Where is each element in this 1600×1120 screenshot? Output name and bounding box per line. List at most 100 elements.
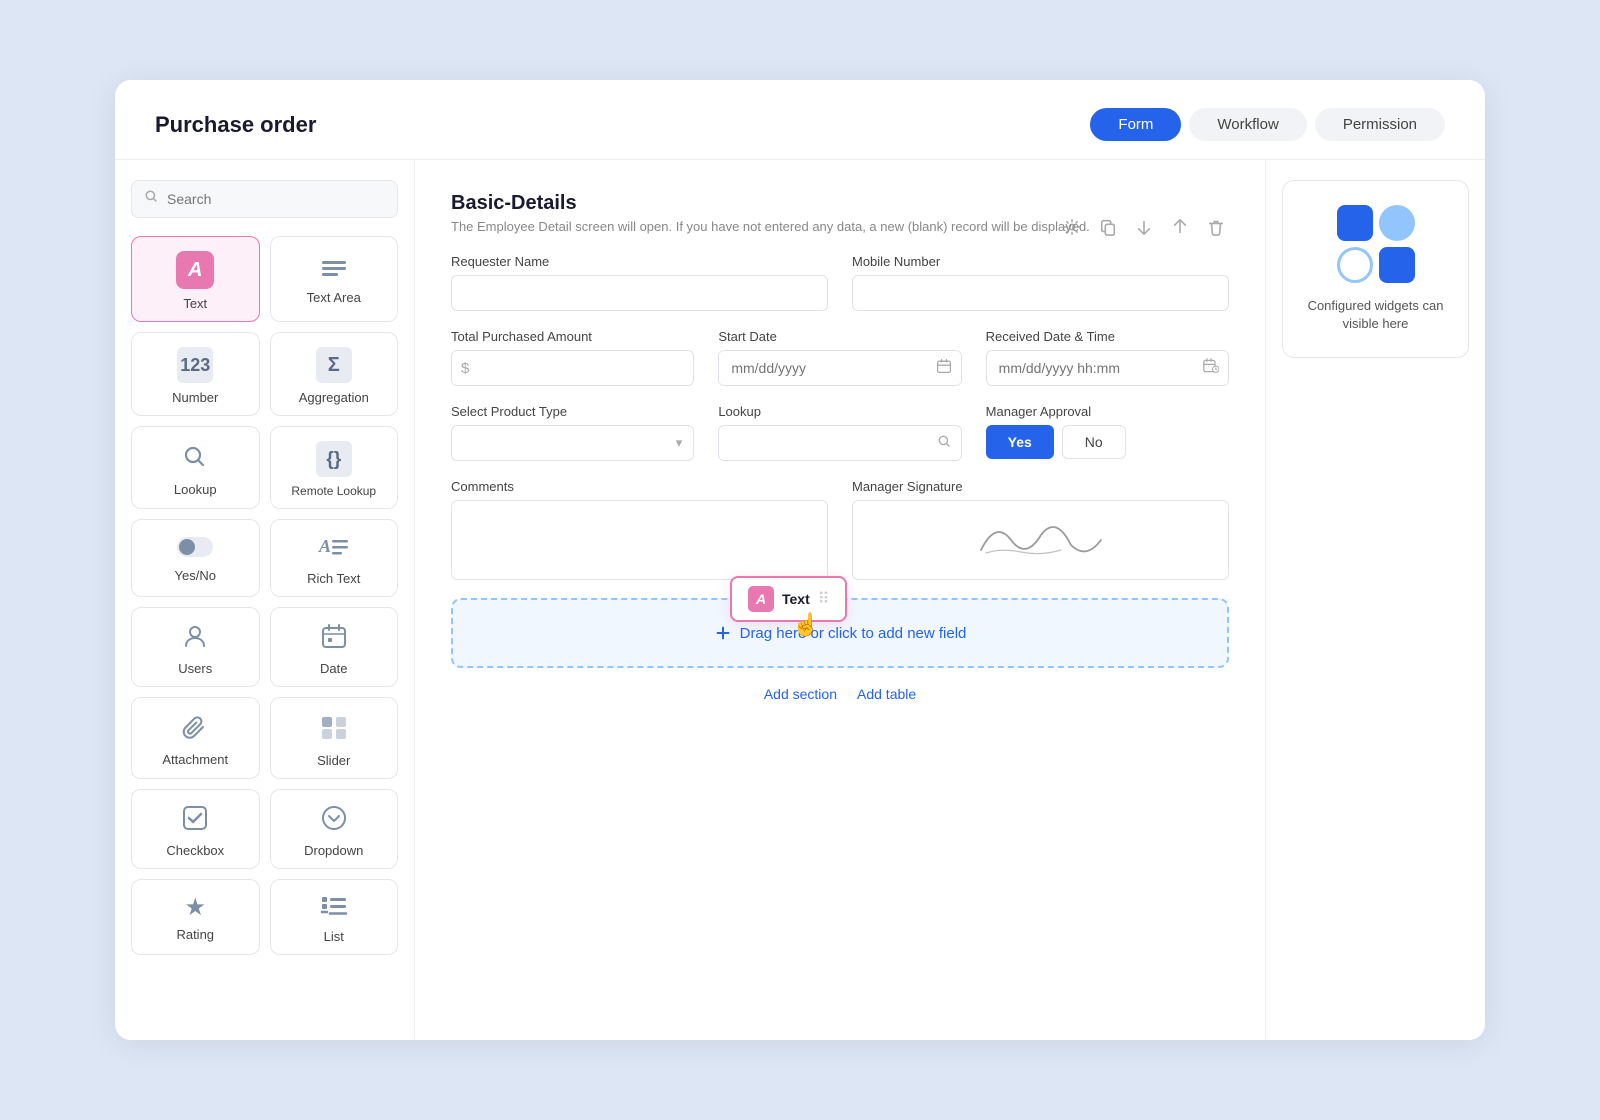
widget-users-label: Users: [178, 661, 212, 676]
canvas-area: Basic-Details The Employee Detail screen…: [415, 160, 1265, 1040]
floating-widget[interactable]: A Text ⠿ ☝: [730, 576, 847, 622]
widget-yes-no-label: Yes/No: [175, 568, 216, 583]
drag-handle-icon: ⠿: [818, 589, 830, 609]
start-date-input[interactable]: [718, 350, 961, 386]
tab-group: Form Workflow Permission: [1090, 108, 1445, 141]
form-row-3: Select Product Type ▾ Lookup: [451, 404, 1229, 461]
rating-icon: ★: [184, 896, 206, 920]
mobile-number-input[interactable]: [852, 275, 1229, 311]
widget-date-label: Date: [320, 661, 347, 676]
preview-icon-blue-ring: [1337, 247, 1373, 283]
lookup-icon: [181, 443, 209, 475]
lookup-search-icon: [937, 434, 952, 453]
dropdown-icon: [320, 804, 348, 836]
add-section-button[interactable]: Add section: [764, 686, 837, 702]
manager-approval-field: Manager Approval Yes No: [986, 404, 1229, 461]
form-row-2: Total Purchased Amount $ Start Date: [451, 329, 1229, 386]
delete-button[interactable]: [1203, 216, 1229, 243]
widget-checkbox[interactable]: Checkbox: [131, 789, 260, 869]
widget-users[interactable]: Users: [131, 607, 260, 687]
widget-textarea-label: Text Area: [307, 290, 361, 305]
lookup-wrap: [718, 425, 961, 461]
widget-lookup-label: Lookup: [174, 482, 217, 497]
product-type-label: Select Product Type: [451, 404, 694, 419]
datetime-icon: [1203, 358, 1219, 378]
number-icon: 123: [177, 347, 213, 383]
widget-textarea[interactable]: Text Area: [270, 236, 399, 322]
search-icon: [144, 189, 159, 209]
calendar-icon: [936, 358, 952, 378]
total-purchased-input[interactable]: [451, 350, 694, 386]
requester-name-field: Requester Name: [451, 254, 828, 311]
comments-input[interactable]: [451, 500, 828, 580]
widget-preview-icons: [1337, 205, 1415, 283]
preview-icon-blue-square: [1337, 205, 1373, 241]
move-down-button[interactable]: [1131, 216, 1157, 243]
move-up-button[interactable]: [1167, 216, 1193, 243]
manager-approval-label: Manager Approval: [986, 404, 1229, 419]
product-type-select[interactable]: [451, 425, 694, 461]
requester-name-input[interactable]: [451, 275, 828, 311]
cursor-icon: ☝: [792, 612, 819, 638]
received-date-wrap: [986, 350, 1229, 386]
section-header: Basic-Details The Employee Detail screen…: [451, 192, 1229, 254]
form-row-1: Requester Name Mobile Number: [451, 254, 1229, 311]
yes-button[interactable]: Yes: [986, 425, 1054, 459]
search-input[interactable]: [167, 191, 385, 207]
search-box[interactable]: [131, 180, 398, 218]
start-date-wrap: [718, 350, 961, 386]
widget-list[interactable]: List: [270, 879, 399, 955]
bottom-actions: Add section Add table: [451, 686, 1229, 702]
widget-attachment[interactable]: Attachment: [131, 697, 260, 779]
manager-signature-label: Manager Signature: [852, 479, 1229, 494]
widget-aggregation[interactable]: Σ Aggregation: [270, 332, 399, 416]
mobile-number-field: Mobile Number: [852, 254, 1229, 311]
widget-lookup[interactable]: Lookup: [131, 426, 260, 509]
widget-remote-lookup[interactable]: {} Remote Lookup: [270, 426, 399, 509]
body-row: A Text Text Area 123: [115, 160, 1485, 1040]
widget-dropdown-label: Dropdown: [304, 843, 363, 858]
widget-rating-label: Rating: [176, 927, 214, 942]
widget-date[interactable]: Date: [270, 607, 399, 687]
signature-svg: [961, 510, 1121, 570]
remote-lookup-icon: {}: [316, 441, 352, 477]
users-icon: [181, 622, 209, 654]
widget-rating[interactable]: ★ Rating: [131, 879, 260, 955]
mobile-number-label: Mobile Number: [852, 254, 1229, 269]
tab-workflow[interactable]: Workflow: [1189, 108, 1306, 141]
app-title: Purchase order: [155, 112, 1090, 138]
product-type-wrap: ▾: [451, 425, 694, 461]
widget-dropdown[interactable]: Dropdown: [270, 789, 399, 869]
signature-box: [852, 500, 1229, 580]
widget-slider[interactable]: Slider: [270, 697, 399, 779]
widget-slider-label: Slider: [317, 753, 350, 768]
tab-permission[interactable]: Permission: [1315, 108, 1445, 141]
floating-widget-icon: A: [748, 586, 774, 612]
widget-number[interactable]: 123 Number: [131, 332, 260, 416]
add-table-button[interactable]: Add table: [857, 686, 916, 702]
received-date-input[interactable]: [986, 350, 1229, 386]
widget-yes-no[interactable]: Yes/No: [131, 519, 260, 597]
tab-form[interactable]: Form: [1090, 108, 1181, 141]
plus-icon: [714, 624, 732, 642]
svg-text:A: A: [318, 536, 331, 556]
floating-widget-label: Text: [782, 591, 810, 607]
lookup-field: Lookup: [718, 404, 961, 461]
start-date-label: Start Date: [718, 329, 961, 344]
main-container: Purchase order Form Workflow Permission: [115, 80, 1485, 1040]
no-button[interactable]: No: [1062, 425, 1126, 459]
section-title: Basic-Details: [451, 192, 1229, 215]
comments-label: Comments: [451, 479, 828, 494]
manager-signature-field: Manager Signature: [852, 479, 1229, 580]
text-widget-icon: A: [176, 251, 214, 289]
total-purchased-wrap: $: [451, 350, 694, 386]
copy-button[interactable]: [1095, 216, 1121, 243]
received-date-field: Received Date & Time: [986, 329, 1229, 386]
lookup-input[interactable]: [718, 425, 961, 461]
total-purchased-field: Total Purchased Amount $: [451, 329, 694, 386]
widget-text[interactable]: A Text: [131, 236, 260, 322]
comments-field: Comments: [451, 479, 828, 580]
yes-no-group: Yes No: [986, 425, 1229, 459]
widget-rich-text[interactable]: A Rich Text: [270, 519, 399, 597]
widget-text-label: Text: [183, 296, 207, 311]
